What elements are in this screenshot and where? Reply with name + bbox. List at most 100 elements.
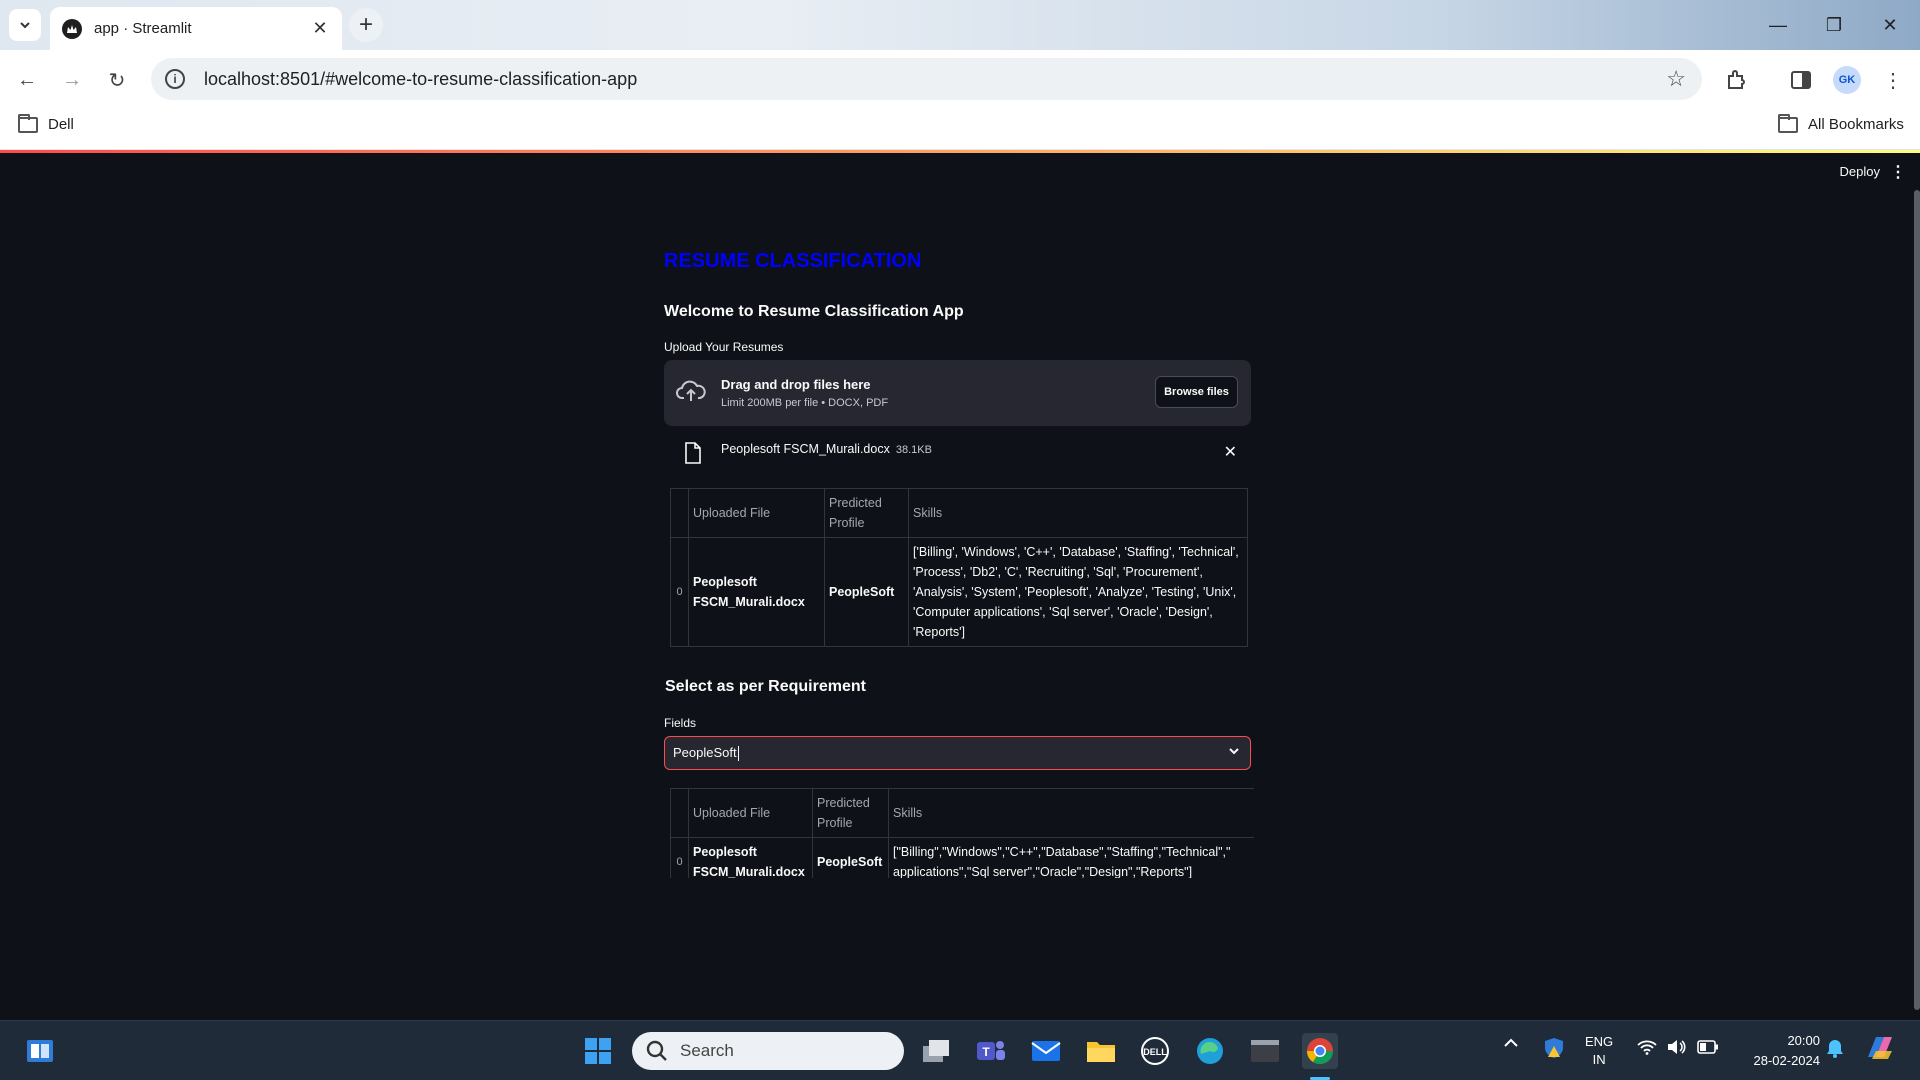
dell-icon[interactable]: DELL — [1137, 1033, 1173, 1069]
cloud-upload-icon — [676, 378, 706, 409]
column-header[interactable]: Uploaded File — [688, 788, 813, 838]
filtered-table-container[interactable]: Uploaded File Predicted Profile Skills 0… — [670, 788, 1254, 878]
cell-uploaded-file[interactable]: Peoplesoft FSCM_Murali.docx — [688, 537, 825, 647]
forward-icon[interactable]: → — [55, 63, 89, 97]
uploaded-file-size: 38.1KB — [895, 444, 932, 456]
windows-taskbar: Search T DELL ENG IN 20:00 28-02-2024 — [0, 1020, 1920, 1080]
minimize-icon[interactable]: — — [1750, 0, 1806, 50]
streamlit-favicon-icon — [62, 18, 82, 39]
bookmark-label: Dell — [48, 116, 74, 133]
taskbar-clock[interactable]: 20:00 28-02-2024 — [1754, 1031, 1821, 1071]
cell-skills[interactable]: ['Billing', 'Windows', 'C++', 'Database'… — [908, 537, 1248, 647]
dropzone-limits: Limit 200MB per file • DOCX, PDF — [721, 397, 889, 409]
svg-text:T: T — [982, 1045, 990, 1059]
upload-label: Upload Your Resumes — [664, 340, 784, 354]
back-icon[interactable]: ← — [10, 63, 44, 97]
uploaded-file-row: Peoplesoft FSCM_Murali.docx 38.1KB ✕ — [664, 432, 1251, 472]
taskbar-search[interactable]: Search — [632, 1032, 904, 1070]
all-bookmarks-label: All Bookmarks — [1808, 116, 1904, 133]
clock-date: 28-02-2024 — [1753, 1053, 1821, 1068]
clock-time: 20:00 — [1787, 1033, 1820, 1048]
table-row: 0 Peoplesoft FSCM_Murali.docx PeopleSoft… — [670, 837, 1254, 878]
teams-icon[interactable]: T — [973, 1033, 1009, 1069]
file-dropzone[interactable]: Drag and drop files here Limit 200MB per… — [664, 360, 1251, 426]
search-icon — [646, 1040, 667, 1061]
security-shield-icon[interactable] — [1543, 1037, 1565, 1062]
chrome-menu-icon[interactable]: ⋮ — [1880, 67, 1906, 93]
volume-icon[interactable] — [1666, 1038, 1686, 1059]
row-index: 0 — [670, 837, 689, 878]
table-header-row: Uploaded File Predicted Profile Skills — [670, 488, 1248, 538]
column-header[interactable]: Predicted Profile — [812, 788, 889, 838]
app-scrollbar[interactable] — [1914, 190, 1920, 1010]
start-icon[interactable] — [580, 1033, 616, 1069]
restore-icon[interactable]: ❐ — [1806, 0, 1862, 50]
search-placeholder: Search — [680, 1041, 734, 1060]
profile-avatar[interactable]: GK — [1833, 66, 1861, 94]
language-indicator[interactable]: ENG IN — [1585, 1033, 1613, 1069]
chevron-down-icon[interactable] — [1228, 745, 1240, 760]
table-header-row: Uploaded File Predicted Profile Skills — [670, 788, 1254, 838]
cell-predicted-profile[interactable]: PeopleSoft — [824, 537, 909, 647]
battery-icon[interactable] — [1697, 1040, 1719, 1057]
cell-uploaded-file[interactable]: Peoplesoft FSCM_Murali.docx — [688, 837, 813, 878]
tray-overflow-icon[interactable] — [1503, 1035, 1519, 1051]
terminal-icon[interactable] — [1247, 1033, 1283, 1069]
side-panel-icon[interactable] — [1788, 67, 1814, 93]
column-header[interactable]: Skills — [908, 488, 1248, 538]
filtered-results-table[interactable]: Uploaded File Predicted Profile Skills 0… — [670, 788, 1254, 878]
cell-skills[interactable]: ["Billing","Windows","C++","Database","S… — [888, 837, 1254, 878]
tab-title: app · Streamlit — [94, 20, 192, 37]
browser-toolbar: ← → ↻ i localhost:8501/#welcome-to-resum… — [0, 50, 1920, 108]
extensions-icon[interactable] — [1723, 67, 1749, 93]
streamlit-app: Deploy ⋮ RESUME CLASSIFICATION Welcome t… — [0, 150, 1920, 1020]
file-explorer-icon[interactable] — [1083, 1033, 1119, 1069]
fields-select-value[interactable]: PeopleSoft — [673, 745, 739, 762]
bookmark-star-icon[interactable]: ☆ — [1666, 66, 1686, 92]
browser-tab[interactable]: app · Streamlit ✕ — [50, 7, 342, 50]
page-title: RESUME CLASSIFICATION — [664, 250, 922, 272]
copilot-icon[interactable] — [1864, 1033, 1896, 1066]
reload-icon[interactable]: ↻ — [100, 63, 134, 97]
cell-predicted-profile[interactable]: PeopleSoft — [812, 837, 889, 878]
column-header[interactable]: Skills — [888, 788, 1254, 838]
column-header[interactable]: Predicted Profile — [824, 488, 909, 538]
dropzone-instructions: Drag and drop files here — [721, 377, 871, 392]
deploy-button[interactable]: Deploy — [1840, 164, 1880, 179]
tab-close-icon[interactable]: ✕ — [310, 18, 330, 39]
edge-icon[interactable] — [1192, 1033, 1228, 1069]
welcome-heading: Welcome to Resume Classification App — [664, 303, 964, 320]
tab-search-button[interactable] — [9, 9, 41, 41]
window-close-icon[interactable]: ✕ — [1862, 0, 1918, 50]
results-table[interactable]: Uploaded File Predicted Profile Skills 0… — [670, 488, 1248, 647]
select-heading: Select as per Requirement — [665, 678, 866, 695]
address-bar[interactable]: i localhost:8501/#welcome-to-resume-clas… — [151, 58, 1702, 100]
bookmark-folder-dell[interactable]: Dell — [18, 113, 74, 133]
fields-label: Fields — [664, 716, 697, 730]
column-header-index — [670, 488, 689, 538]
site-info-icon[interactable]: i — [165, 69, 185, 89]
uploaded-file-name: Peoplesoft FSCM_Murali.docx 38.1KB — [721, 442, 932, 456]
browse-files-button[interactable]: Browse files — [1155, 376, 1238, 408]
mail-icon[interactable] — [1028, 1033, 1064, 1069]
new-tab-button[interactable]: + — [349, 8, 383, 42]
notification-bell-icon[interactable] — [1826, 1038, 1844, 1061]
browser-tab-strip: app · Streamlit ✕ + — ❐ ✕ — [0, 0, 1920, 50]
fields-select[interactable]: PeopleSoft — [664, 736, 1251, 770]
folder-icon — [1778, 113, 1798, 133]
main-menu-icon[interactable]: ⋮ — [1890, 162, 1906, 182]
header-decoration — [0, 150, 1920, 153]
widgets-icon[interactable] — [22, 1033, 58, 1069]
wifi-icon[interactable] — [1637, 1039, 1657, 1058]
all-bookmarks-button[interactable]: All Bookmarks — [1778, 113, 1904, 133]
file-icon — [684, 442, 702, 469]
chrome-taskbar-icon[interactable] — [1302, 1033, 1338, 1069]
column-header[interactable]: Uploaded File — [688, 488, 825, 538]
svg-text:DELL: DELL — [1143, 1047, 1167, 1057]
address-url[interactable]: localhost:8501/#welcome-to-resume-classi… — [204, 69, 637, 90]
remove-file-icon[interactable]: ✕ — [1224, 442, 1237, 462]
task-view-icon[interactable] — [918, 1033, 954, 1069]
skills-line: ["Billing","Windows","C++","Database","S… — [893, 845, 1231, 859]
chevron-down-icon — [20, 22, 30, 29]
column-header-index — [670, 788, 689, 838]
